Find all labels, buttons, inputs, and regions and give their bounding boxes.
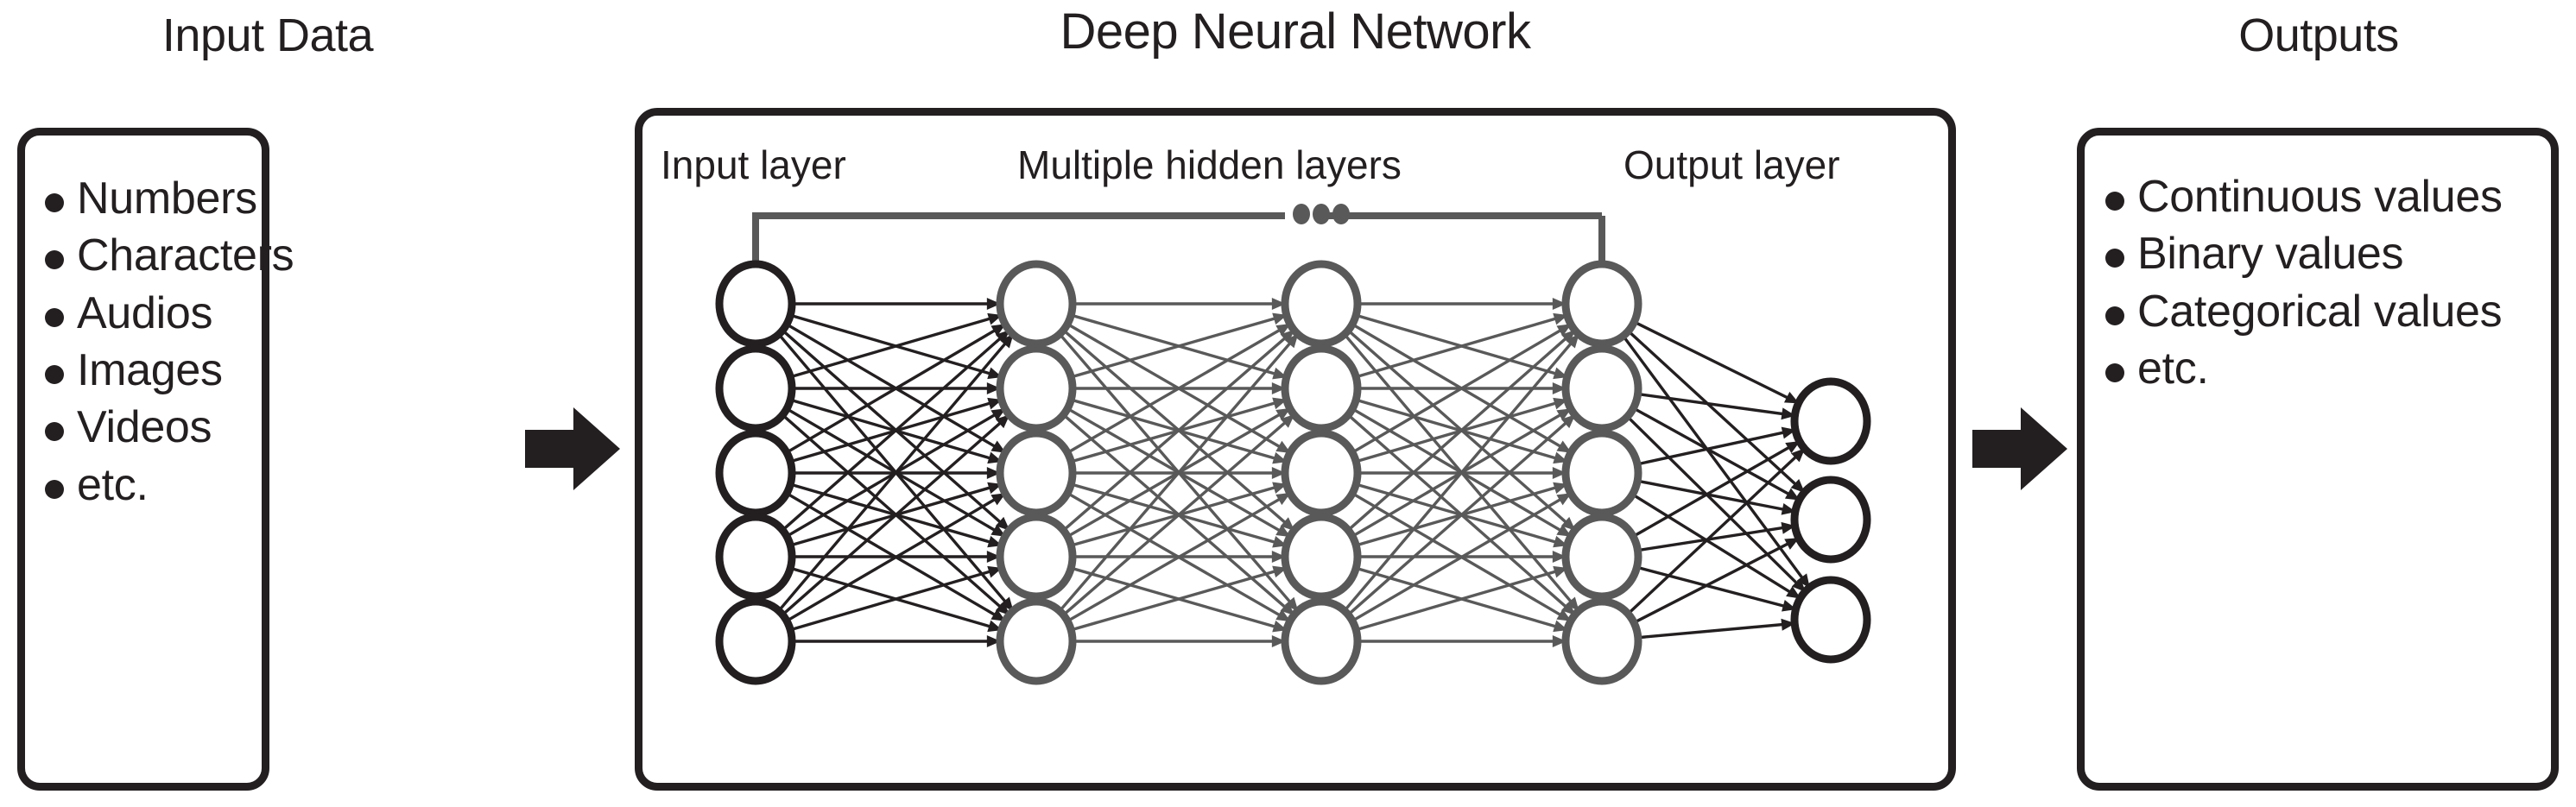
list-item-label: etc. <box>77 459 149 510</box>
bullet-icon <box>45 364 64 384</box>
network-edge <box>1626 329 1807 495</box>
arrow-right-icon <box>525 407 620 490</box>
network-node <box>1561 260 1642 348</box>
network-panel-heading: Deep Neural Network <box>1060 3 1531 60</box>
outputs-list: Continuous values Binary values Categori… <box>2105 171 2554 400</box>
list-item: Continuous values <box>2105 171 2554 223</box>
arrow-right-icon <box>1972 407 2067 490</box>
network-node <box>1561 429 1642 517</box>
list-item-label: etc. <box>2137 343 2209 394</box>
network-node <box>1281 513 1362 601</box>
list-item-label: Continuous values <box>2137 172 2503 222</box>
network-node <box>715 597 796 685</box>
bullet-icon <box>45 307 64 327</box>
network-edge <box>1636 565 1797 611</box>
network-node <box>996 597 1077 685</box>
network-node <box>1561 344 1642 432</box>
network-edge <box>1632 536 1801 625</box>
bullet-icon <box>45 479 64 499</box>
ellipsis-icon <box>1293 204 1350 224</box>
network-node <box>1281 429 1362 517</box>
bullet-icon <box>2105 306 2124 325</box>
list-item-label: Characters <box>77 230 294 281</box>
bullet-icon <box>45 422 64 442</box>
list-item: Numbers <box>45 173 261 224</box>
network-node <box>1790 377 1871 465</box>
network-edge <box>1625 414 1807 594</box>
network-edge <box>1632 320 1801 405</box>
bullet-icon <box>2105 363 2124 382</box>
output-panel-heading: Outputs <box>2238 9 2399 61</box>
bullet-icon <box>2105 249 2124 268</box>
input-panel-heading: Input Data <box>161 9 374 61</box>
list-item-label: Categorical values <box>2137 286 2503 337</box>
network-node <box>1561 597 1642 685</box>
network-node <box>996 344 1077 432</box>
network-node <box>1790 576 1871 664</box>
network-node <box>715 260 796 348</box>
list-item-label: Videos <box>77 402 212 453</box>
bullet-icon <box>45 193 64 212</box>
list-item-label: Images <box>77 344 223 395</box>
network-node <box>1281 344 1362 432</box>
list-item: Images <box>45 344 261 396</box>
list-item: Audios <box>45 287 261 339</box>
diagram-canvas: Input Data Numbers Characters Audios Ima… <box>0 0 2576 807</box>
network-node <box>715 513 796 601</box>
hidden-layers-bracket <box>752 212 1605 311</box>
network-node <box>996 513 1077 601</box>
list-item: Categorical values <box>2105 286 2554 337</box>
list-item-label: Numbers <box>77 173 257 224</box>
network-node <box>1281 260 1362 348</box>
network-node <box>1561 513 1642 601</box>
network-node <box>715 344 796 432</box>
bullet-icon <box>2105 192 2124 211</box>
list-item-label: Audios <box>77 287 213 338</box>
input-data-list: Numbers Characters Audios Images Videos … <box>45 173 294 516</box>
network-node <box>996 260 1077 348</box>
list-item: Videos <box>45 401 261 453</box>
list-item: Binary values <box>2105 228 2554 280</box>
list-item: etc. <box>2105 343 2554 394</box>
list-item: etc. <box>45 459 261 511</box>
network-node <box>1281 597 1362 685</box>
neural-network-graph <box>715 204 1871 685</box>
network-edge <box>1636 621 1796 640</box>
list-item-label: Binary values <box>2137 229 2404 280</box>
network-node <box>1790 476 1871 564</box>
network-node <box>715 429 796 517</box>
bullet-icon <box>45 250 64 270</box>
list-item: Characters <box>45 230 294 281</box>
network-node <box>996 429 1077 517</box>
